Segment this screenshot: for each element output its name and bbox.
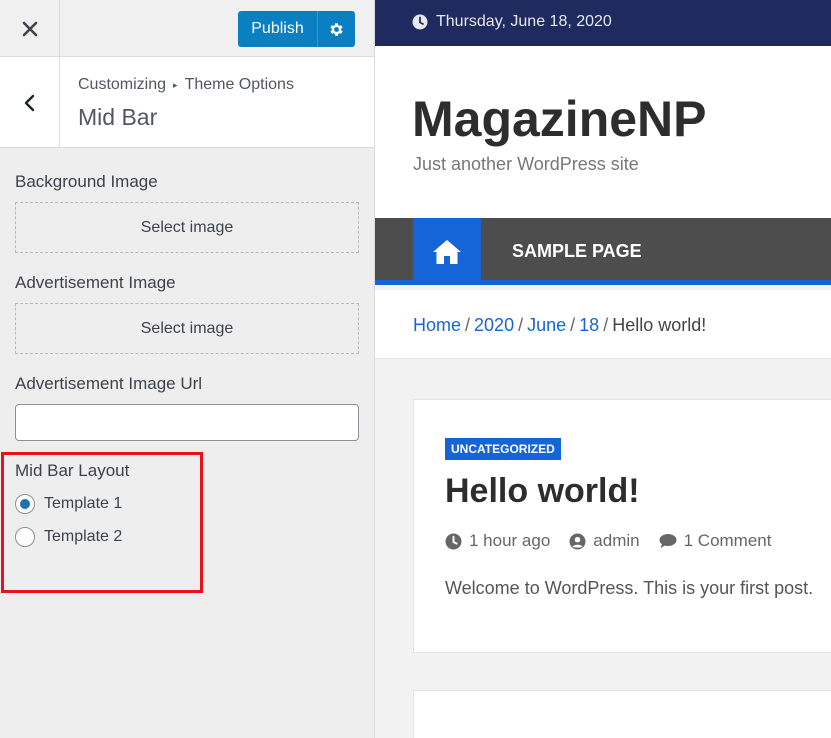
nav-item-sample-page[interactable]: SAMPLE PAGE <box>512 241 642 262</box>
category-badge[interactable]: UNCATEGORIZED <box>445 438 561 460</box>
date-text: Thursday, June 18, 2020 <box>436 13 612 30</box>
publish-group: Publish <box>238 11 355 47</box>
post-comments-text: 1 Comment <box>683 531 772 550</box>
breadcrumb-sep: / <box>570 315 576 335</box>
breadcrumb-root: Customizing <box>78 76 167 93</box>
highlight-annotation-box <box>1 452 203 593</box>
close-icon <box>22 21 37 36</box>
breadcrumb: Customizing ▸ Theme Options <box>78 76 294 94</box>
post-excerpt: Welcome to WordPress. This is your first… <box>445 578 814 598</box>
gear-icon <box>330 22 343 36</box>
main-navigation: SAMPLE PAGE <box>375 218 831 285</box>
clock-icon <box>445 533 462 549</box>
breadcrumb-day-link[interactable]: 18 <box>579 315 599 335</box>
advertisement-image-label: Advertisement Image <box>15 273 176 292</box>
background-image-label: Background Image <box>15 172 158 191</box>
comment-icon <box>659 534 677 548</box>
customizer-header: Publish <box>0 0 374 57</box>
publish-settings-button[interactable] <box>318 11 355 47</box>
background-image-select-button[interactable]: Select image <box>15 202 359 253</box>
date-display: Thursday, June 18, 2020 <box>412 13 612 31</box>
post-meta: 1 hour ago admin 1 Comment <box>445 531 771 551</box>
advertisement-url-input[interactable] <box>15 404 359 441</box>
preview-topbar: Thursday, June 18, 2020 <box>375 0 831 46</box>
site-title[interactable]: MagazineNP <box>412 90 707 148</box>
post-title[interactable]: Hello world! <box>445 472 640 511</box>
section-header: Customizing ▸ Theme Options Mid Bar <box>0 57 374 148</box>
advertisement-image-select-button[interactable]: Select image <box>15 303 359 354</box>
site-header: MagazineNP Just another WordPress site <box>375 46 831 218</box>
next-post-card <box>413 690 831 738</box>
breadcrumb-home-link[interactable]: Home <box>413 315 461 335</box>
home-nav-button[interactable] <box>413 218 481 285</box>
breadcrumb-current: Hello world! <box>612 315 707 335</box>
site-preview: Thursday, June 18, 2020 MagazineNP Just … <box>375 0 831 738</box>
back-chevron-icon <box>24 94 34 111</box>
breadcrumb-year-link[interactable]: 2020 <box>474 315 514 335</box>
breadcrumb-sep: / <box>465 315 471 335</box>
post-card: UNCATEGORIZED Hello world! 1 hour ago ad… <box>413 399 831 653</box>
breadcrumb-sep: / <box>603 315 609 335</box>
page-breadcrumbs: Home/2020/June/18/Hello world! <box>375 290 831 359</box>
breadcrumb-month-link[interactable]: June <box>527 315 566 335</box>
post-time-text: 1 hour ago <box>469 531 551 550</box>
customizer-sidebar: Publish Customizing ▸ Theme Options Mid … <box>0 0 375 738</box>
breadcrumb-parent: Theme Options <box>184 76 294 93</box>
post-author[interactable]: admin <box>569 531 640 551</box>
site-tagline: Just another WordPress site <box>413 154 639 174</box>
section-title: Mid Bar <box>78 104 158 130</box>
user-icon <box>569 533 586 549</box>
home-icon <box>433 239 461 264</box>
breadcrumb-separator: ▸ <box>173 79 178 90</box>
clock-icon <box>412 14 428 30</box>
advertisement-url-label: Advertisement Image Url <box>15 374 203 393</box>
publish-button[interactable]: Publish <box>238 11 318 47</box>
post-author-text: admin <box>593 531 640 550</box>
back-button[interactable] <box>0 57 60 148</box>
close-button[interactable] <box>0 0 60 57</box>
post-comments[interactable]: 1 Comment <box>659 531 772 551</box>
breadcrumb-sep: / <box>518 315 524 335</box>
post-time[interactable]: 1 hour ago <box>445 531 550 551</box>
